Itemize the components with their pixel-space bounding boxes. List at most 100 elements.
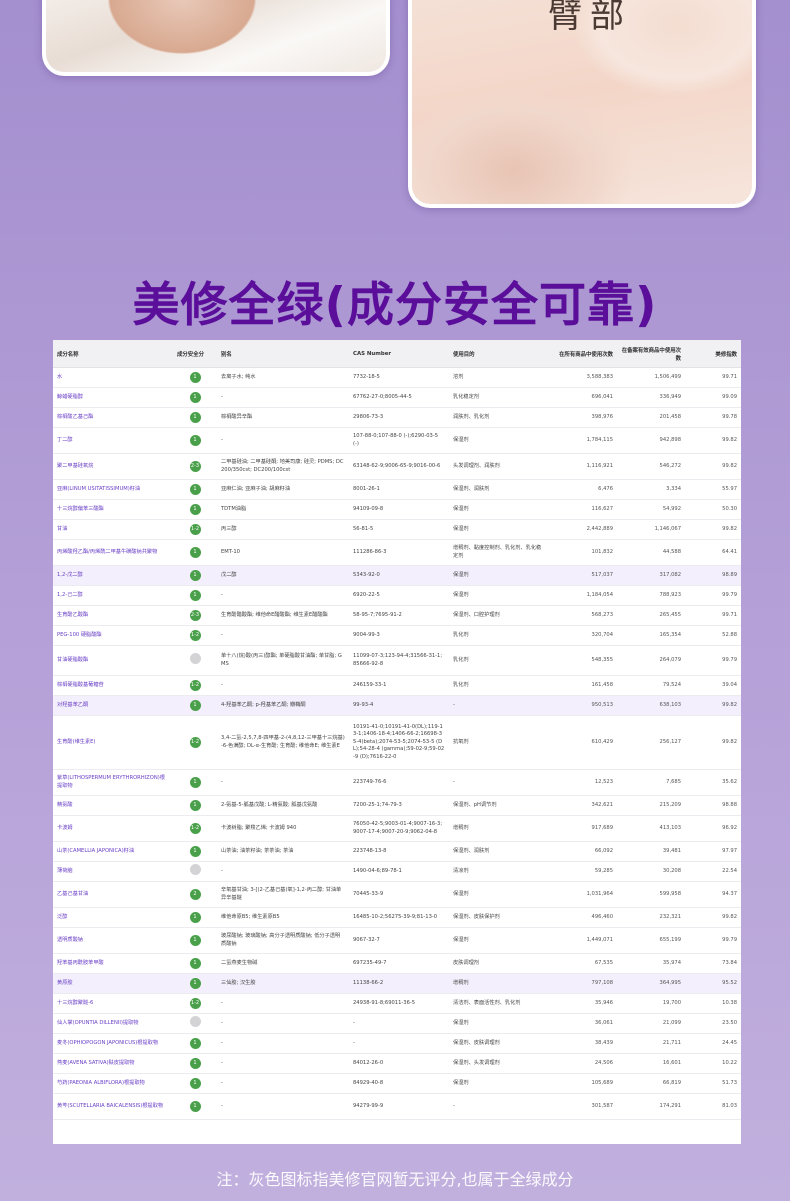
- rate-cell: 35.62: [685, 769, 741, 796]
- alias-cell: 棕榈酸异辛酯: [217, 407, 349, 428]
- safety-score-cell: 1: [173, 1073, 217, 1094]
- usage-cell: 溶剂: [449, 367, 549, 388]
- count-valid-cell: 19,700: [617, 993, 685, 1014]
- ingredient-name-link[interactable]: 水: [53, 367, 173, 388]
- rate-cell: 99.82: [685, 907, 741, 928]
- count-valid-cell: 39,481: [617, 841, 685, 862]
- ingredient-name-link[interactable]: 乙基己基甘油: [53, 881, 173, 908]
- safety-score-cell: 1: [173, 479, 217, 500]
- alias-cell: 丙三醇: [217, 519, 349, 540]
- safety-score-badge: 1-2: [189, 737, 201, 748]
- table-row: 燕麦(AVENA SATIVA)麸皮提取物 1 -84012-26-0 保湿剂、头发调…: [53, 1053, 741, 1074]
- ingredient-name-link[interactable]: 十三烷醇偏苯三酸酯: [53, 499, 173, 520]
- safety-score-badge: 1: [189, 978, 201, 989]
- alias-cell: 玻尿酸钠; 玻璃酸钠; 高分子透明质酸钠; 低分子透明质酸钠: [217, 927, 349, 954]
- header-count-valid: 在备案有效商品中使用次数: [617, 340, 685, 368]
- table-header-row: 成分名称 成分安全分 别名 CAS Number 使用目的 在所有商品中使用次数…: [53, 340, 741, 368]
- alias-cell: -: [217, 1073, 349, 1094]
- count-valid-cell: 317,082: [617, 565, 685, 586]
- usage-cell: 乳化剂: [449, 645, 549, 676]
- table-row: 黄原胶 1 三仙胶; 汉生胶 11138-66-2 增稠剂 797,108 364,995 9…: [53, 973, 741, 994]
- page-headline: 美修全绿(成分安全可靠): [132, 278, 658, 333]
- ingredient-name-link[interactable]: 棕榈酸乙基己酯: [53, 407, 173, 428]
- alias-cell: 维他命原B5; 维生素原B5: [217, 907, 349, 928]
- table-row: 芍药(PAEONIA ALBIFLORA)根提取物 1 -84929-40-8 保湿剂…: [53, 1073, 741, 1094]
- ingredient-name-link[interactable]: 1,2-戊二醇: [53, 565, 173, 586]
- count-all-cell: 342,621: [549, 795, 617, 816]
- ingredient-name-link[interactable]: 精氨酸: [53, 795, 173, 816]
- ingredient-name-link[interactable]: PEG-100 硬脂酸酯: [53, 625, 173, 646]
- table-row: 山茶(CAMELLIA JAPONICA)籽油 1 山茶油; 油茶籽油; 茶茶油; …: [53, 841, 741, 862]
- table-row: 棕榈硬脂酸基葡糖苷 1-2 -246159-33-1 乳化剂 161,458 79,524…: [53, 675, 741, 696]
- ingredient-name-link[interactable]: 芍药(PAEONIA ALBIFLORA)根提取物: [53, 1073, 173, 1094]
- count-all-cell: 24,506: [549, 1053, 617, 1074]
- ingredient-name-link[interactable]: 泛醇: [53, 907, 173, 928]
- ingredient-name-link[interactable]: 薄荷脑: [53, 861, 173, 882]
- header-score: 成分安全分: [173, 340, 217, 368]
- table-row: 聚二甲基硅氧烷 2-3 二甲基硅油; 二甲基硅酮; 地美司康; 硅灵; PDMS; …: [53, 453, 741, 480]
- ingredient-name-link[interactable]: 紫草(LITHOSPERMUM ERYTHRORHIZON)根提取物: [53, 769, 173, 796]
- ingredient-name-link[interactable]: 羟苯基丙酰胺苯甲酸: [53, 953, 173, 974]
- ingredient-name-link[interactable]: 聚二甲基硅氧烷: [53, 453, 173, 480]
- ingredient-name-link[interactable]: 生育酚(维生素E): [53, 715, 173, 770]
- ingredient-name-link[interactable]: 仙人掌(OPUNTIA DILLENII)提取物: [53, 1013, 173, 1034]
- rate-cell: 73.84: [685, 953, 741, 974]
- rate-cell: 96.92: [685, 815, 741, 842]
- ingredient-name-link[interactable]: 卡波姆: [53, 815, 173, 842]
- ingredient-name-link[interactable]: 鲸蜡硬脂醇: [53, 387, 173, 408]
- ingredient-name-link[interactable]: 黄芩(SCUTELLARIA BAICALENSIS)根提取物: [53, 1093, 173, 1120]
- ingredient-name-link[interactable]: 黄原胶: [53, 973, 173, 994]
- ingredient-name-link[interactable]: 透明质酸钠: [53, 927, 173, 954]
- safety-score-cell: [173, 1013, 217, 1034]
- alias-cell: 去离子水; 纯水: [217, 367, 349, 388]
- usage-cell: 保湿剂、润肤剂: [449, 479, 549, 500]
- ingredient-name-link[interactable]: 山茶(CAMELLIA JAPONICA)籽油: [53, 841, 173, 862]
- cas-number-cell: 107-88-0;107-88-0 (-);6290-03-5 (-): [349, 427, 449, 454]
- cas-number-cell: 111286-86-3: [349, 539, 449, 566]
- ingredient-name-link[interactable]: 甘油硬脂酸酯: [53, 645, 173, 676]
- alias-cell: 4-羟基苯乙酮; p-羟基苯乙酮; 瓣鞘酮: [217, 695, 349, 716]
- safety-score-badge: 1: [189, 484, 201, 495]
- ingredient-name-link[interactable]: 十三烷醇聚醚-6: [53, 993, 173, 1014]
- alias-cell: 二氢燕麦生物碱: [217, 953, 349, 974]
- table-row: PEG-100 硬脂酸酯 1-2 -9004-99-3 乳化剂 320,704 165,3…: [53, 625, 741, 646]
- usage-cell: -: [449, 1093, 549, 1120]
- table-row: 紫草(LITHOSPERMUM ERYTHRORHIZON)根提取物 1 -2237…: [53, 769, 741, 796]
- rate-cell: 39.04: [685, 675, 741, 696]
- table-row: 生育酚乙酸酯 2-3 生育酚醋酸酯; 维他命E醋酸酯; 维生素E醋酸酯 58-95-7…: [53, 605, 741, 626]
- alias-cell: -: [217, 387, 349, 408]
- count-all-cell: 1,184,054: [549, 585, 617, 606]
- rate-cell: 99.79: [685, 927, 741, 954]
- cas-number-cell: 223748-13-8: [349, 841, 449, 862]
- ingredient-name-link[interactable]: 甘油: [53, 519, 173, 540]
- count-all-cell: 610,429: [549, 715, 617, 770]
- alias-cell: -: [217, 993, 349, 1014]
- cas-number-cell: -: [349, 1033, 449, 1054]
- alias-cell: -: [217, 1013, 349, 1034]
- safety-score-cell: 1: [173, 427, 217, 454]
- safety-score-badge: 1-2: [189, 680, 201, 691]
- count-all-cell: 1,031,964: [549, 881, 617, 908]
- count-all-cell: 548,355: [549, 645, 617, 676]
- ingredient-name-link[interactable]: 1,2-己二醇: [53, 585, 173, 606]
- ingredient-table: 成分名称 成分安全分 别名 CAS Number 使用目的 在所有商品中使用次数…: [53, 340, 741, 1120]
- ingredient-name-link[interactable]: 生育酚乙酸酯: [53, 605, 173, 626]
- safety-score-cell: 1: [173, 499, 217, 520]
- usage-cell: 保湿剂: [449, 519, 549, 540]
- ingredient-name-link[interactable]: 棕榈硬脂酸基葡糖苷: [53, 675, 173, 696]
- count-valid-cell: 256,127: [617, 715, 685, 770]
- cas-number-cell: 9004-99-3: [349, 625, 449, 646]
- cas-number-cell: 70445-33-9: [349, 881, 449, 908]
- cas-number-cell: 697235-49-7: [349, 953, 449, 974]
- header-cas: CAS Number: [349, 340, 449, 368]
- ingredient-name-link[interactable]: 丙烯酸羟乙酯/丙烯酰二甲基牛磺酸钠共聚物: [53, 539, 173, 566]
- safety-score-badge: 1: [189, 570, 201, 581]
- count-valid-cell: 3,334: [617, 479, 685, 500]
- ingredient-name-link[interactable]: 燕麦(AVENA SATIVA)麸皮提取物: [53, 1053, 173, 1074]
- ingredient-name-link[interactable]: 麦冬(OPHIOPOGON JAPONICUS)根提取物: [53, 1033, 173, 1054]
- ingredient-name-link[interactable]: 丁二醇: [53, 427, 173, 454]
- count-valid-cell: 174,291: [617, 1093, 685, 1120]
- ingredient-name-link[interactable]: 对羟基苯乙酮: [53, 695, 173, 716]
- ingredient-name-link[interactable]: 亚麻(LINUM USITATISSIMUM)籽油: [53, 479, 173, 500]
- count-valid-cell: 66,819: [617, 1073, 685, 1094]
